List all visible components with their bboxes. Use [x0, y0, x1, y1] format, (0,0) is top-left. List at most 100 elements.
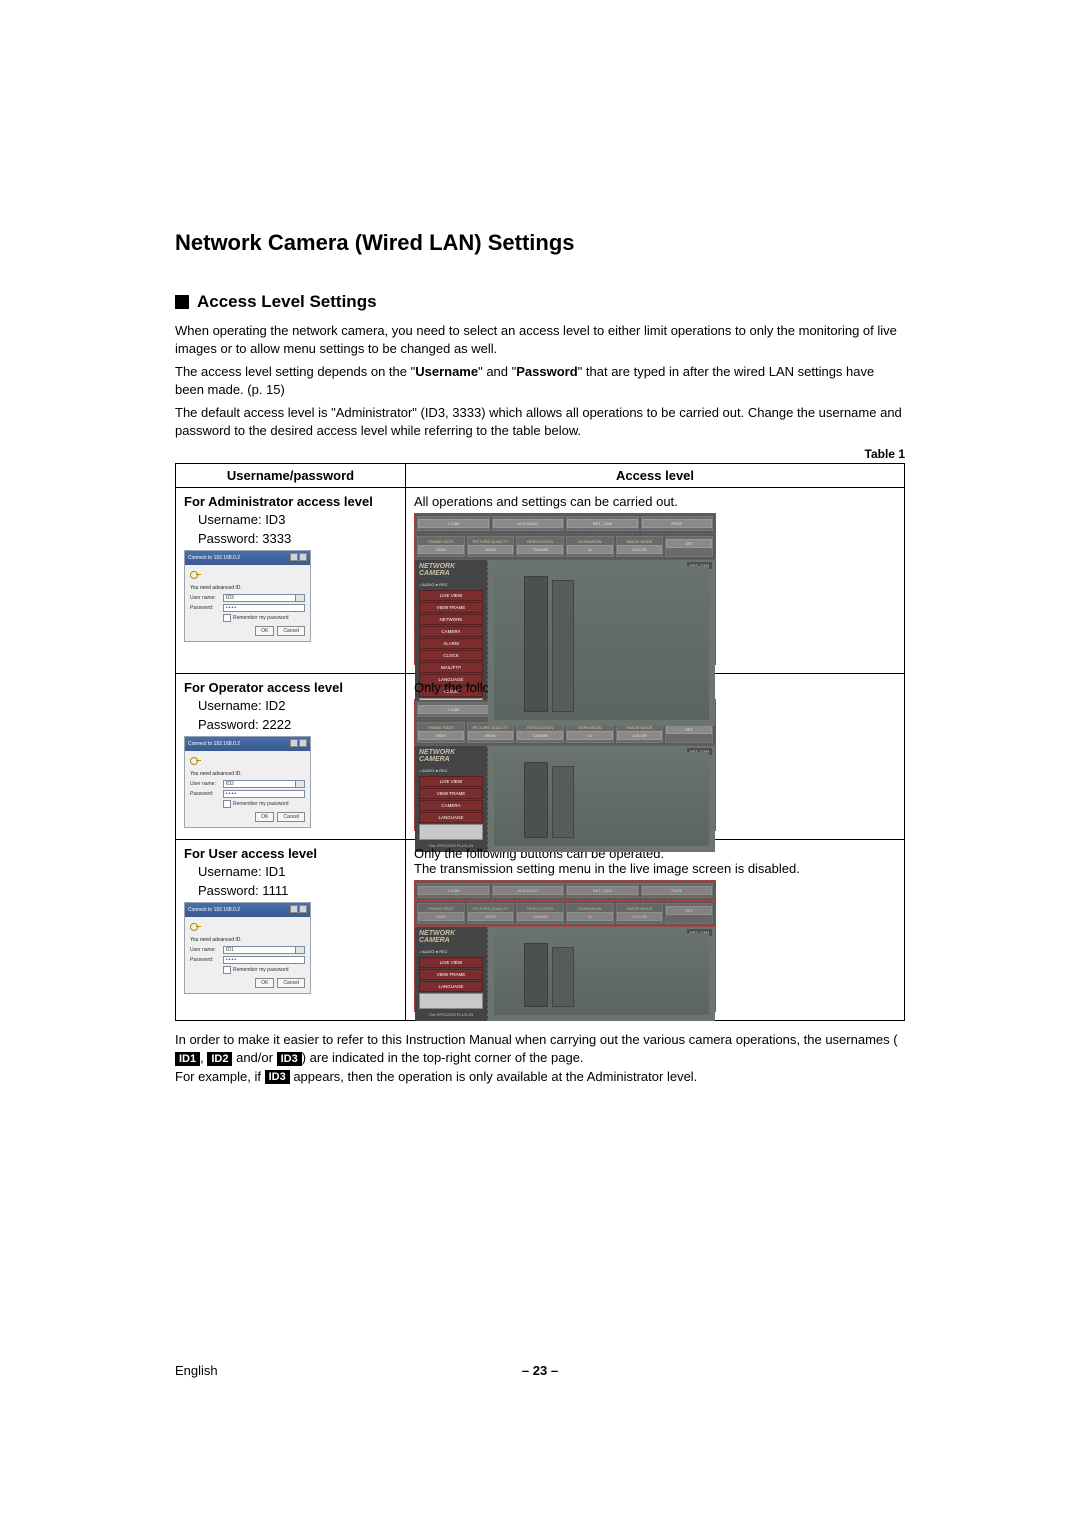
setting-segment[interactable]: RESOLUTION720x480 [516, 536, 564, 557]
camera-live-view: NET_CAM [488, 746, 715, 852]
setting-label: PICTURE QUALITY [468, 539, 514, 544]
id3-badge: ID3 [277, 1052, 302, 1066]
menu-item[interactable]: CAMERA [419, 626, 483, 637]
close-icon[interactable] [299, 553, 307, 561]
camera-logo: NETWORKCAMERA [415, 927, 487, 947]
id2-badge: ID2 [207, 1052, 232, 1066]
username-input[interactable]: ID1 [223, 946, 305, 954]
document-page: Network Camera (Wired LAN) Settings Acce… [0, 0, 1080, 1528]
menu-item[interactable]: MAIL/FTP [419, 662, 483, 673]
cancel-button[interactable]: Cancel [277, 978, 305, 988]
row-heading: For Operator access level [184, 680, 397, 695]
cancel-button[interactable]: Cancel [277, 626, 305, 636]
setting-value: HIGH [418, 912, 464, 921]
close-icon[interactable] [299, 739, 307, 747]
access-description: All operations and settings can be carri… [414, 494, 896, 509]
tab-label: 4CH MULTI [493, 519, 564, 528]
dropdown-icon[interactable] [295, 595, 304, 601]
access-description-2: The transmission setting menu in the liv… [414, 861, 896, 876]
text: In order to make it easier to refer to t… [175, 1032, 898, 1047]
button-label: SET [666, 539, 712, 548]
setting-label: IMAGE MODE [617, 539, 663, 544]
menu-item[interactable]: LANGUAGE [419, 812, 483, 823]
footer-language: English [175, 1363, 218, 1378]
menu-item[interactable]: VIEW FRAME [419, 969, 483, 980]
menu-item[interactable]: LIVE VIEW [419, 957, 483, 968]
setting-label: IMAGE MODE [617, 906, 663, 911]
text: ) are indicated in the top-right corner … [302, 1050, 584, 1065]
camera-ui-screenshot: 1 CAM 4CH MULTI NET_CAM PAGE FRAME RATEH… [414, 513, 716, 665]
text: appears, then the operation is only avai… [290, 1069, 698, 1084]
close-icon[interactable] [299, 905, 307, 913]
login-prompt: You need advanced ID. [190, 937, 305, 943]
username-input[interactable]: ID2 [223, 780, 305, 788]
password-input[interactable]: •••• [223, 790, 305, 798]
camera-logo: NETWORKCAMERA [415, 746, 487, 766]
setting-value: COLOR [617, 731, 663, 740]
setting-label: FRAME RATE [418, 906, 464, 911]
setting-segment[interactable]: EXPANSIONx1 [566, 536, 614, 557]
window-buttons [289, 905, 307, 915]
setting-value: HIGH [418, 731, 464, 740]
help-icon[interactable] [290, 553, 298, 561]
input-value: ID1 [226, 947, 234, 953]
dropdown-icon[interactable] [295, 781, 304, 787]
section-heading-text: Access Level Settings [197, 292, 377, 312]
menu-item[interactable]: ALARM [419, 638, 483, 649]
menu-item[interactable]: CLOCK [419, 650, 483, 661]
setting-segment[interactable]: FRAME RATEHIGH [417, 722, 465, 743]
setting-label: RESOLUTION [517, 539, 563, 544]
remember-checkbox[interactable] [223, 966, 231, 974]
keys-icon [190, 569, 202, 579]
plugin-link[interactable]: Get JPEG2000 PLUG-IN [419, 1012, 483, 1017]
password-label: Password: [190, 957, 220, 963]
menu-select-box[interactable] [419, 993, 483, 1009]
top-tab[interactable]: 1 CAM [417, 516, 490, 531]
menu-item[interactable]: LIVE VIEW [419, 776, 483, 787]
setting-segment[interactable]: PICTURE QUALITYHIGH [467, 536, 515, 557]
menu-item[interactable]: NETWORK [419, 614, 483, 625]
menu-select-box[interactable] [419, 824, 483, 840]
setting-segment[interactable]: FRAME RATEHIGH [417, 536, 465, 557]
text-bold: Username [415, 364, 478, 379]
username-text: Username: ID2 [198, 698, 397, 713]
top-tab[interactable]: NET_CAM [566, 516, 639, 531]
setting-segment: RESOLUTION720x480 [516, 903, 564, 924]
menu-item[interactable]: VIEW FRAME [419, 788, 483, 799]
cancel-button[interactable]: Cancel [277, 812, 305, 822]
button-label: SET [666, 906, 712, 915]
keys-icon [190, 921, 202, 931]
top-tab: PAGE [641, 883, 714, 898]
remember-checkbox[interactable] [223, 800, 231, 808]
ok-button[interactable]: OK [255, 626, 274, 636]
menu-item[interactable]: VIEW FRAME [419, 602, 483, 613]
dropdown-icon[interactable] [295, 947, 304, 953]
help-icon[interactable] [290, 905, 298, 913]
login-titlebar: Connect to 192.168.0.2 [185, 903, 310, 917]
help-icon[interactable] [290, 739, 298, 747]
password-input[interactable]: •••• [223, 956, 305, 964]
top-tab[interactable]: 4CH MULTI [492, 516, 565, 531]
setting-value: HIGH [468, 731, 514, 740]
menu-item[interactable]: CAMERA [419, 800, 483, 811]
username-label: User name: [190, 947, 220, 953]
login-title-text: Connect to 192.168.0.2 [188, 741, 240, 747]
tab-label: 1 CAM [418, 886, 489, 895]
password-label: Password: [190, 605, 220, 611]
ok-button[interactable]: OK [255, 812, 274, 822]
menu-item[interactable]: LIVE VIEW [419, 590, 483, 601]
setting-segment[interactable]: IMAGE MODECOLOR [616, 536, 664, 557]
set-button[interactable]: SET [665, 536, 713, 557]
remember-checkbox[interactable] [223, 614, 231, 622]
menu-item[interactable]: LANGUAGE [419, 981, 483, 992]
login-dialog: Connect to 192.168.0.2 You need advanced… [184, 902, 311, 994]
login-dialog: Connect to 192.168.0.2 You need advanced… [184, 550, 311, 642]
username-input[interactable]: ID3 [223, 594, 305, 602]
password-input[interactable]: •••• [223, 604, 305, 612]
top-tab[interactable]: PAGE [641, 516, 714, 531]
id3-badge: ID3 [265, 1070, 290, 1084]
top-tab: 1 CAM [417, 883, 490, 898]
ok-button[interactable]: OK [255, 978, 274, 988]
setting-label: RESOLUTION [517, 906, 563, 911]
top-tab[interactable]: 1 CAM [417, 702, 490, 717]
